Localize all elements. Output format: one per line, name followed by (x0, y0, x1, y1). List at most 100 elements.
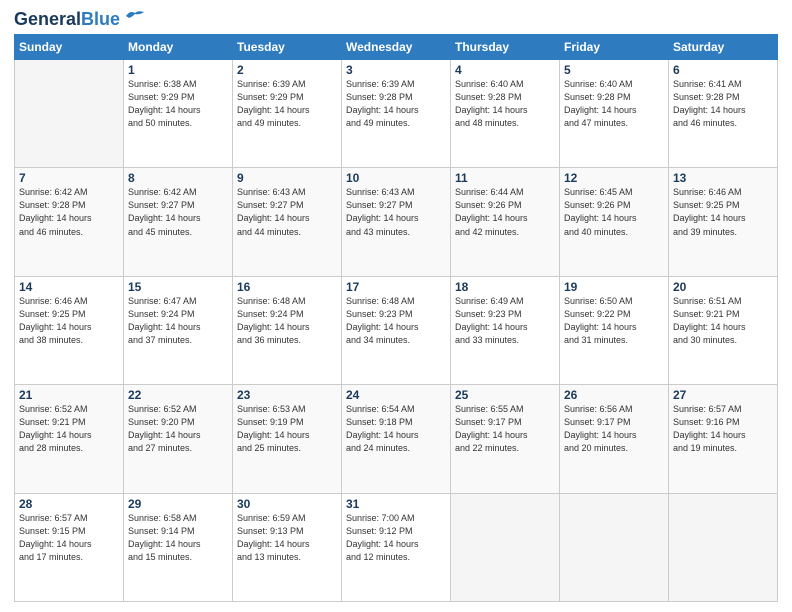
day-number: 3 (346, 63, 446, 77)
day-info: Sunrise: 6:42 AM Sunset: 9:27 PM Dayligh… (128, 186, 228, 238)
calendar-table: SundayMondayTuesdayWednesdayThursdayFrid… (14, 34, 778, 602)
calendar-cell: 17Sunrise: 6:48 AM Sunset: 9:23 PM Dayli… (342, 276, 451, 384)
calendar-cell: 29Sunrise: 6:58 AM Sunset: 9:14 PM Dayli… (124, 493, 233, 601)
day-info: Sunrise: 6:57 AM Sunset: 9:15 PM Dayligh… (19, 512, 119, 564)
calendar-cell: 22Sunrise: 6:52 AM Sunset: 9:20 PM Dayli… (124, 385, 233, 493)
calendar-cell: 10Sunrise: 6:43 AM Sunset: 9:27 PM Dayli… (342, 168, 451, 276)
day-info: Sunrise: 6:40 AM Sunset: 9:28 PM Dayligh… (564, 78, 664, 130)
weekday-header-row: SundayMondayTuesdayWednesdayThursdayFrid… (15, 35, 778, 60)
calendar-cell: 24Sunrise: 6:54 AM Sunset: 9:18 PM Dayli… (342, 385, 451, 493)
day-info: Sunrise: 6:57 AM Sunset: 9:16 PM Dayligh… (673, 403, 773, 455)
day-number: 8 (128, 171, 228, 185)
day-info: Sunrise: 6:39 AM Sunset: 9:28 PM Dayligh… (346, 78, 446, 130)
day-number: 13 (673, 171, 773, 185)
week-row-4: 21Sunrise: 6:52 AM Sunset: 9:21 PM Dayli… (15, 385, 778, 493)
day-number: 19 (564, 280, 664, 294)
calendar-cell: 15Sunrise: 6:47 AM Sunset: 9:24 PM Dayli… (124, 276, 233, 384)
day-number: 25 (455, 388, 555, 402)
calendar-cell: 27Sunrise: 6:57 AM Sunset: 9:16 PM Dayli… (669, 385, 778, 493)
calendar-cell: 16Sunrise: 6:48 AM Sunset: 9:24 PM Dayli… (233, 276, 342, 384)
day-number: 11 (455, 171, 555, 185)
day-number: 28 (19, 497, 119, 511)
calendar-cell: 13Sunrise: 6:46 AM Sunset: 9:25 PM Dayli… (669, 168, 778, 276)
weekday-header-thursday: Thursday (451, 35, 560, 60)
week-row-2: 7Sunrise: 6:42 AM Sunset: 9:28 PM Daylig… (15, 168, 778, 276)
day-info: Sunrise: 6:50 AM Sunset: 9:22 PM Dayligh… (564, 295, 664, 347)
weekday-header-saturday: Saturday (669, 35, 778, 60)
day-number: 2 (237, 63, 337, 77)
day-info: Sunrise: 6:40 AM Sunset: 9:28 PM Dayligh… (455, 78, 555, 130)
weekday-header-wednesday: Wednesday (342, 35, 451, 60)
day-number: 22 (128, 388, 228, 402)
calendar-cell: 18Sunrise: 6:49 AM Sunset: 9:23 PM Dayli… (451, 276, 560, 384)
calendar-cell: 28Sunrise: 6:57 AM Sunset: 9:15 PM Dayli… (15, 493, 124, 601)
calendar-cell: 3Sunrise: 6:39 AM Sunset: 9:28 PM Daylig… (342, 60, 451, 168)
day-info: Sunrise: 6:59 AM Sunset: 9:13 PM Dayligh… (237, 512, 337, 564)
day-info: Sunrise: 6:43 AM Sunset: 9:27 PM Dayligh… (346, 186, 446, 238)
calendar-cell (15, 60, 124, 168)
calendar-cell: 5Sunrise: 6:40 AM Sunset: 9:28 PM Daylig… (560, 60, 669, 168)
day-info: Sunrise: 6:52 AM Sunset: 9:20 PM Dayligh… (128, 403, 228, 455)
day-info: Sunrise: 6:56 AM Sunset: 9:17 PM Dayligh… (564, 403, 664, 455)
day-number: 5 (564, 63, 664, 77)
day-number: 23 (237, 388, 337, 402)
day-info: Sunrise: 6:48 AM Sunset: 9:23 PM Dayligh… (346, 295, 446, 347)
calendar-cell: 23Sunrise: 6:53 AM Sunset: 9:19 PM Dayli… (233, 385, 342, 493)
day-info: Sunrise: 6:45 AM Sunset: 9:26 PM Dayligh… (564, 186, 664, 238)
day-info: Sunrise: 6:52 AM Sunset: 9:21 PM Dayligh… (19, 403, 119, 455)
day-number: 27 (673, 388, 773, 402)
day-number: 9 (237, 171, 337, 185)
calendar-cell: 9Sunrise: 6:43 AM Sunset: 9:27 PM Daylig… (233, 168, 342, 276)
calendar-cell: 14Sunrise: 6:46 AM Sunset: 9:25 PM Dayli… (15, 276, 124, 384)
calendar-cell: 7Sunrise: 6:42 AM Sunset: 9:28 PM Daylig… (15, 168, 124, 276)
calendar-cell: 21Sunrise: 6:52 AM Sunset: 9:21 PM Dayli… (15, 385, 124, 493)
calendar-cell (560, 493, 669, 601)
day-info: Sunrise: 6:58 AM Sunset: 9:14 PM Dayligh… (128, 512, 228, 564)
calendar-cell: 1Sunrise: 6:38 AM Sunset: 9:29 PM Daylig… (124, 60, 233, 168)
day-number: 26 (564, 388, 664, 402)
day-number: 16 (237, 280, 337, 294)
day-number: 21 (19, 388, 119, 402)
day-number: 24 (346, 388, 446, 402)
logo-text: GeneralBlue (14, 10, 120, 28)
calendar-cell: 2Sunrise: 6:39 AM Sunset: 9:29 PM Daylig… (233, 60, 342, 168)
day-info: Sunrise: 6:49 AM Sunset: 9:23 PM Dayligh… (455, 295, 555, 347)
calendar-cell: 20Sunrise: 6:51 AM Sunset: 9:21 PM Dayli… (669, 276, 778, 384)
calendar-cell: 19Sunrise: 6:50 AM Sunset: 9:22 PM Dayli… (560, 276, 669, 384)
weekday-header-tuesday: Tuesday (233, 35, 342, 60)
calendar-cell: 6Sunrise: 6:41 AM Sunset: 9:28 PM Daylig… (669, 60, 778, 168)
day-number: 4 (455, 63, 555, 77)
day-info: Sunrise: 6:38 AM Sunset: 9:29 PM Dayligh… (128, 78, 228, 130)
calendar-cell: 25Sunrise: 6:55 AM Sunset: 9:17 PM Dayli… (451, 385, 560, 493)
day-number: 14 (19, 280, 119, 294)
weekday-header-friday: Friday (560, 35, 669, 60)
day-info: Sunrise: 6:46 AM Sunset: 9:25 PM Dayligh… (19, 295, 119, 347)
day-info: Sunrise: 6:42 AM Sunset: 9:28 PM Dayligh… (19, 186, 119, 238)
day-number: 6 (673, 63, 773, 77)
day-info: Sunrise: 6:39 AM Sunset: 9:29 PM Dayligh… (237, 78, 337, 130)
day-number: 15 (128, 280, 228, 294)
day-number: 12 (564, 171, 664, 185)
day-number: 18 (455, 280, 555, 294)
day-number: 30 (237, 497, 337, 511)
day-number: 7 (19, 171, 119, 185)
day-number: 10 (346, 171, 446, 185)
day-info: Sunrise: 7:00 AM Sunset: 9:12 PM Dayligh… (346, 512, 446, 564)
calendar-cell: 30Sunrise: 6:59 AM Sunset: 9:13 PM Dayli… (233, 493, 342, 601)
day-info: Sunrise: 6:43 AM Sunset: 9:27 PM Dayligh… (237, 186, 337, 238)
day-info: Sunrise: 6:44 AM Sunset: 9:26 PM Dayligh… (455, 186, 555, 238)
day-info: Sunrise: 6:53 AM Sunset: 9:19 PM Dayligh… (237, 403, 337, 455)
day-number: 20 (673, 280, 773, 294)
header: GeneralBlue (14, 10, 778, 28)
logo: GeneralBlue (14, 10, 146, 28)
day-info: Sunrise: 6:51 AM Sunset: 9:21 PM Dayligh… (673, 295, 773, 347)
week-row-5: 28Sunrise: 6:57 AM Sunset: 9:15 PM Dayli… (15, 493, 778, 601)
calendar-cell: 31Sunrise: 7:00 AM Sunset: 9:12 PM Dayli… (342, 493, 451, 601)
day-info: Sunrise: 6:55 AM Sunset: 9:17 PM Dayligh… (455, 403, 555, 455)
day-info: Sunrise: 6:48 AM Sunset: 9:24 PM Dayligh… (237, 295, 337, 347)
day-number: 31 (346, 497, 446, 511)
day-info: Sunrise: 6:41 AM Sunset: 9:28 PM Dayligh… (673, 78, 773, 130)
day-number: 17 (346, 280, 446, 294)
day-info: Sunrise: 6:46 AM Sunset: 9:25 PM Dayligh… (673, 186, 773, 238)
day-info: Sunrise: 6:54 AM Sunset: 9:18 PM Dayligh… (346, 403, 446, 455)
